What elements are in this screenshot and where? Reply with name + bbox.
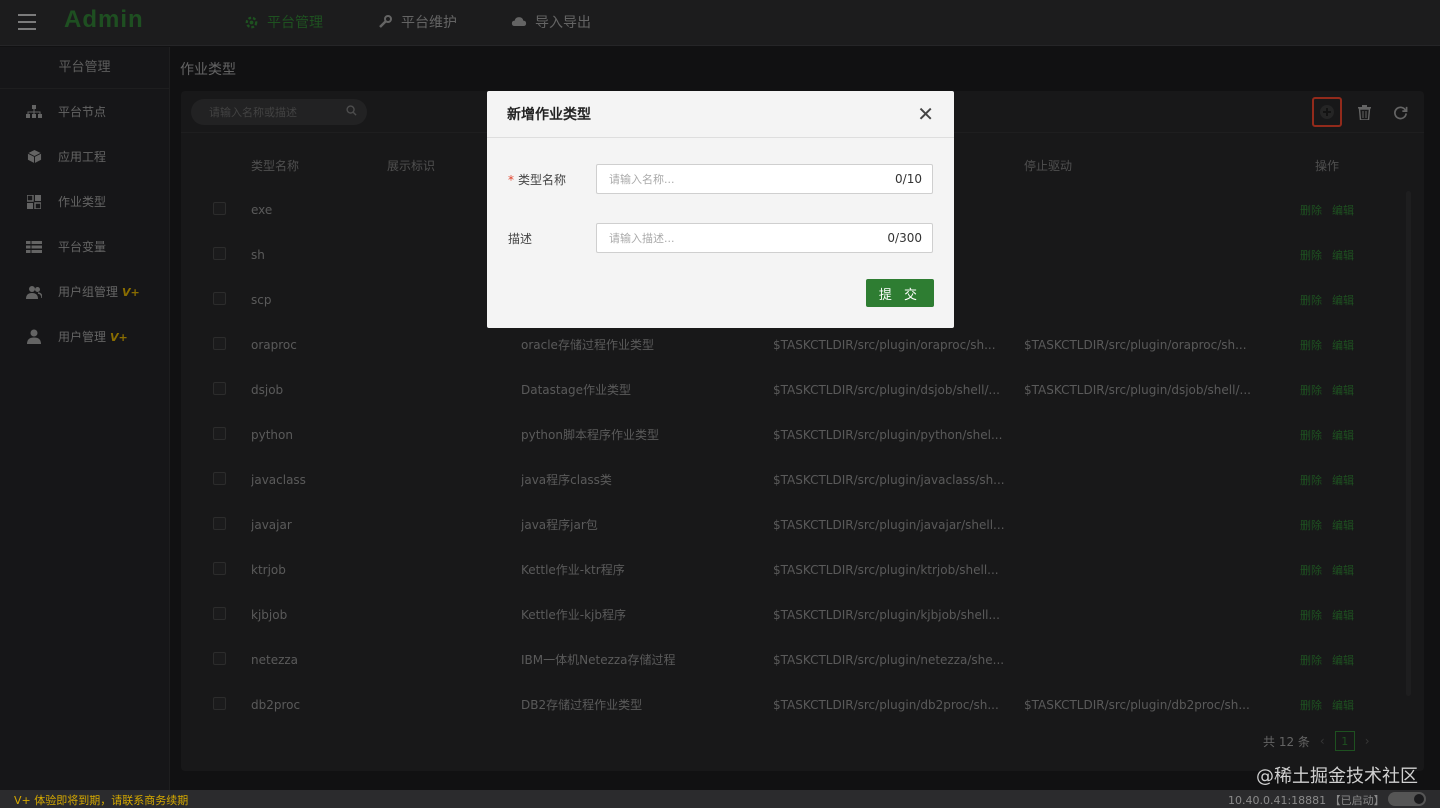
type-name-label: * 类型名称: [508, 172, 567, 187]
description-input[interactable]: [609, 231, 859, 245]
description-label: 描述: [508, 231, 533, 246]
submit-button[interactable]: 提 交: [866, 279, 934, 307]
dialog-header: 新增作业类型 ✕: [487, 91, 954, 138]
char-counter: 0/10: [895, 172, 922, 186]
description-row: 描述 0/300: [508, 223, 933, 253]
dialog-title: 新增作业类型: [507, 107, 591, 123]
status-bar: V+ 体验即将到期，请联系商务续期 10.40.0.41:18881 【已启动】: [0, 790, 1440, 808]
trial-notice: V+ 体验即将到期，请联系商务续期: [14, 794, 189, 807]
required-marker: *: [508, 172, 514, 187]
server-toggle[interactable]: [1388, 792, 1426, 806]
char-counter: 0/300: [887, 231, 922, 245]
type-name-row: *类型名称 0/10: [508, 164, 933, 194]
server-status: 10.40.0.41:18881 【已启动】: [1228, 794, 1385, 807]
type-name-field: 0/10: [596, 164, 933, 194]
description-field: 0/300: [596, 223, 933, 253]
close-icon[interactable]: ✕: [917, 104, 934, 124]
watermark: @稀土掘金技术社区: [1256, 766, 1418, 787]
add-job-type-dialog: 新增作业类型 ✕ *类型名称 0/10 描述 0/300 提 交: [487, 91, 954, 328]
type-name-input[interactable]: [609, 172, 859, 186]
